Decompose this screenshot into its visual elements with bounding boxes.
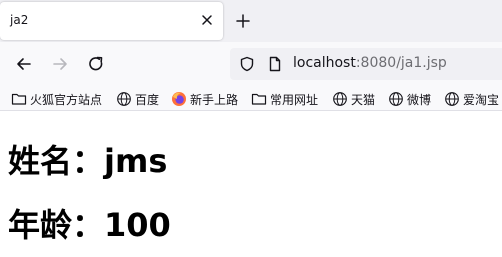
page-content: 姓名：jms 年龄：100 — [0, 112, 502, 257]
bookmark-label: 火狐官方站点 — [30, 92, 103, 107]
bookmark-getting-started[interactable]: 新手上路 — [171, 90, 238, 108]
bookmark-label: 百度 — [135, 92, 160, 107]
back-arrow-icon[interactable] — [14, 54, 34, 74]
bookmark-label: 微博 — [407, 92, 432, 107]
bookmarks-toolbar: 火狐官方站点 百度 新手上路 常用网址 天猫 微博 爱淘宝 — [0, 87, 502, 111]
age-heading: 年龄：100 — [8, 206, 171, 244]
globe-icon — [389, 92, 403, 106]
forward-arrow-icon[interactable] — [50, 54, 70, 74]
tab-strip: ja2 — [0, 0, 502, 42]
navigation-toolbar: localhost:8080/ja1.jsp — [0, 42, 502, 87]
globe-icon — [333, 92, 347, 106]
bookmark-ai-taobao[interactable]: 爱淘宝 — [444, 90, 499, 108]
url-text[interactable]: localhost:8080/ja1.jsp — [293, 55, 447, 71]
tab-ja2[interactable]: ja2 — [0, 2, 223, 40]
close-icon[interactable] — [198, 11, 216, 29]
url-path: :8080/ja1.jsp — [355, 55, 447, 71]
bookmark-weibo[interactable]: 微博 — [388, 90, 431, 108]
folder-icon — [251, 93, 267, 105]
reload-icon[interactable] — [86, 54, 106, 74]
bookmark-firefox-official-site[interactable]: 火狐官方站点 — [11, 90, 102, 108]
bookmark-label: 新手上路 — [190, 92, 239, 107]
page-icon[interactable] — [267, 56, 283, 72]
shield-icon[interactable] — [239, 56, 255, 72]
bookmark-label: 爱淘宝 — [463, 92, 500, 107]
bookmark-tmall[interactable]: 天猫 — [332, 90, 375, 108]
address-bar[interactable]: localhost:8080/ja1.jsp — [230, 48, 502, 80]
bookmark-baidu[interactable]: 百度 — [116, 90, 159, 108]
name-heading: 姓名：jms — [8, 142, 168, 180]
globe-icon — [445, 92, 459, 106]
url-host: localhost — [293, 55, 356, 71]
tab-title: ja2 — [10, 13, 29, 27]
bookmark-common-sites[interactable]: 常用网址 — [251, 90, 318, 108]
firefox-icon — [172, 92, 186, 106]
folder-icon — [11, 93, 27, 105]
bookmark-label: 天猫 — [351, 92, 376, 107]
globe-icon — [117, 92, 131, 106]
bookmark-label: 常用网址 — [270, 92, 319, 107]
new-tab-icon[interactable] — [234, 12, 252, 30]
